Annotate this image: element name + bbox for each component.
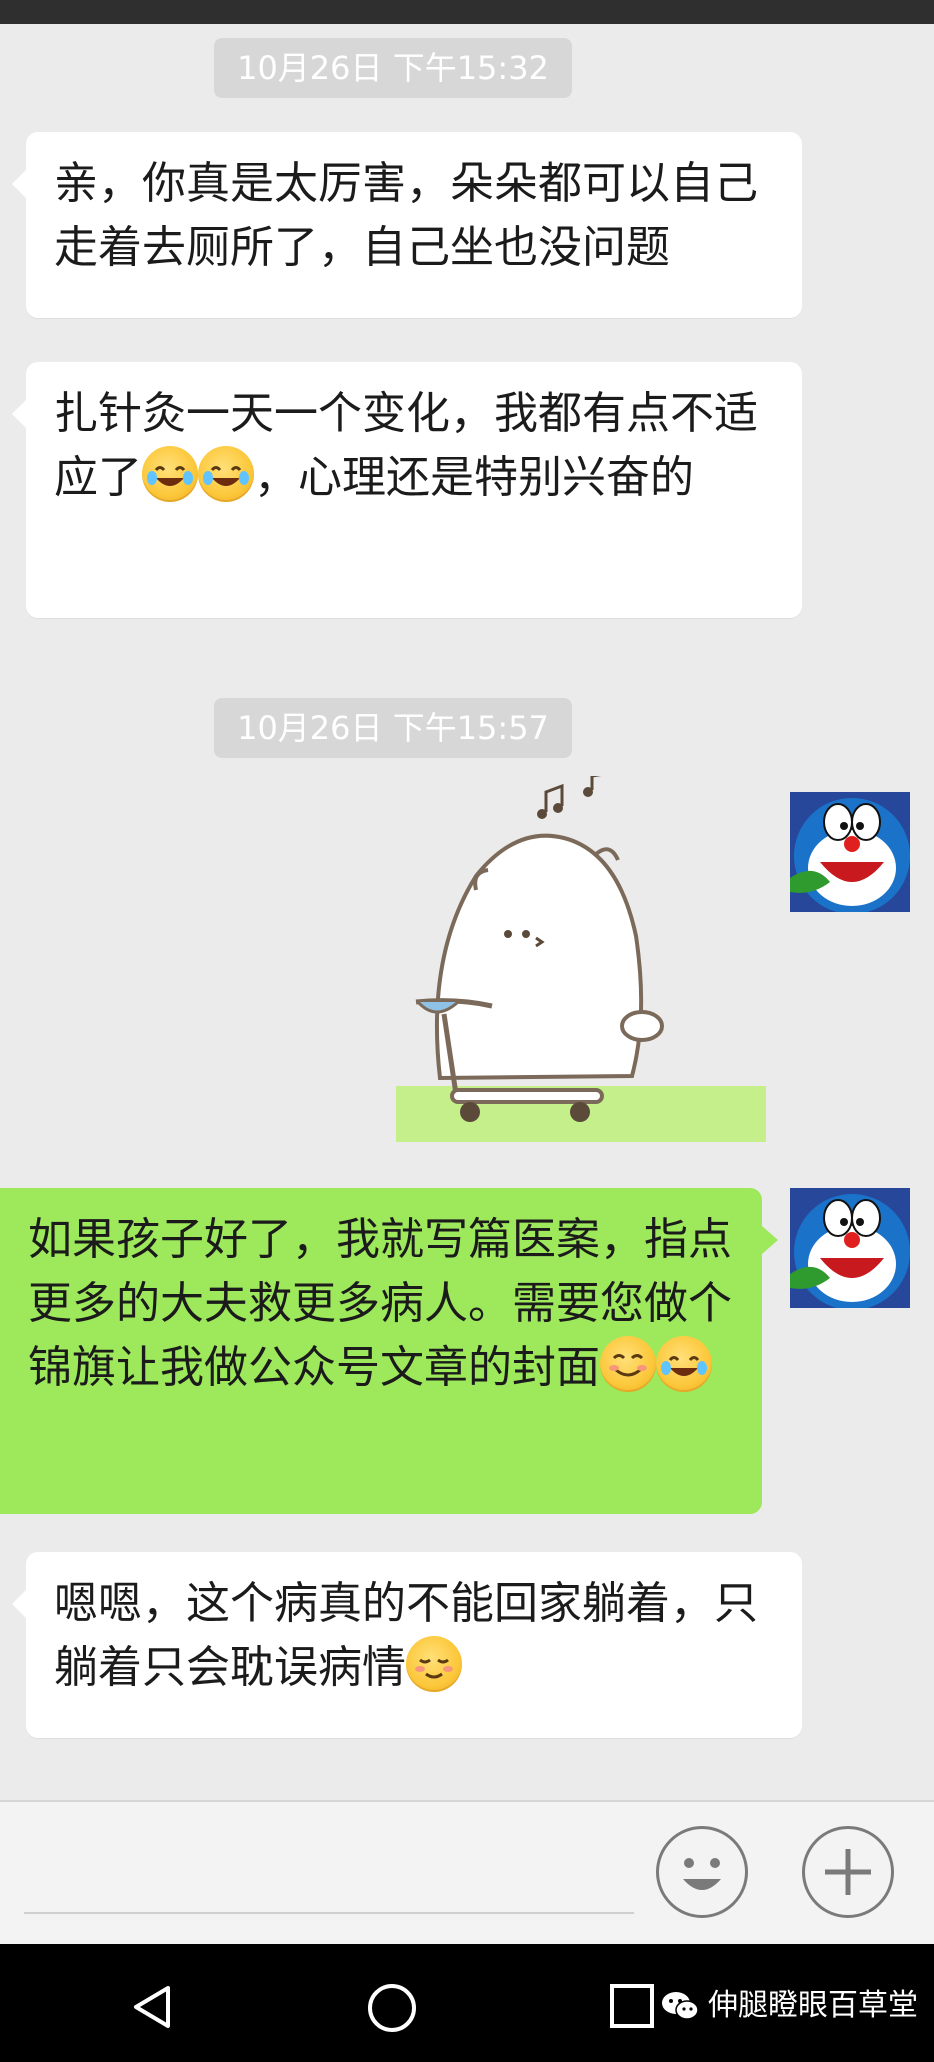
- face-with-tears-of-joy-icon: [142, 446, 198, 502]
- incoming-message[interactable]: 亲，你真是太厉害，朵朵都可以自己走着去厕所了，自己坐也没问题: [12, 132, 802, 318]
- watermark-text: 伸腿瞪眼百草堂: [708, 1988, 918, 2023]
- timestamp-pill: 10月26日 下午15:32: [214, 38, 572, 98]
- back-triangle-icon[interactable]: [128, 1982, 178, 2032]
- emoji-button[interactable]: [656, 1826, 748, 1918]
- status-bar: [0, 0, 934, 24]
- wechat-logo-icon: [662, 1992, 699, 2020]
- face-with-tears-of-joy-icon: [198, 446, 254, 502]
- incoming-message[interactable]: 扎针灸一天一个变化，我都有点不适应了 ，心理还是特别兴奋的: [12, 362, 802, 618]
- plus-icon: [825, 1849, 871, 1895]
- outgoing-message[interactable]: 如果孩子好了，我就写篇医案，指点更多的大夫救更多病人。需要您做个锦旗让我做公众号…: [0, 1188, 778, 1514]
- timestamp-pill: 10月26日 下午15:57: [214, 698, 572, 758]
- more-button[interactable]: [802, 1826, 894, 1918]
- relieved-face-icon: [406, 1636, 462, 1692]
- smiley-icon: [683, 1858, 721, 1890]
- message-text: 亲，你真是太厉害，朵朵都可以自己走着去厕所了，自己坐也没问题: [54, 158, 758, 273]
- smiling-face-icon: [600, 1336, 656, 1392]
- doraemon-avatar[interactable]: [790, 792, 910, 912]
- face-with-tears-of-joy-icon: [656, 1336, 712, 1392]
- watermark: 伸腿瞪眼百草堂: [660, 1986, 918, 2026]
- message-input[interactable]: [24, 1912, 634, 1914]
- doraemon-avatar[interactable]: [790, 1188, 910, 1308]
- bear-on-scooter-sticker[interactable]: [396, 772, 766, 1146]
- message-text: ，心理还是特别兴奋的: [254, 452, 694, 503]
- home-circle-icon[interactable]: [366, 1982, 418, 2034]
- recent-square-icon[interactable]: [608, 1982, 656, 2030]
- incoming-message[interactable]: 嗯嗯，这个病真的不能回家躺着，只躺着只会耽误病情: [12, 1552, 802, 1738]
- chat-input-bar: [0, 1800, 934, 1946]
